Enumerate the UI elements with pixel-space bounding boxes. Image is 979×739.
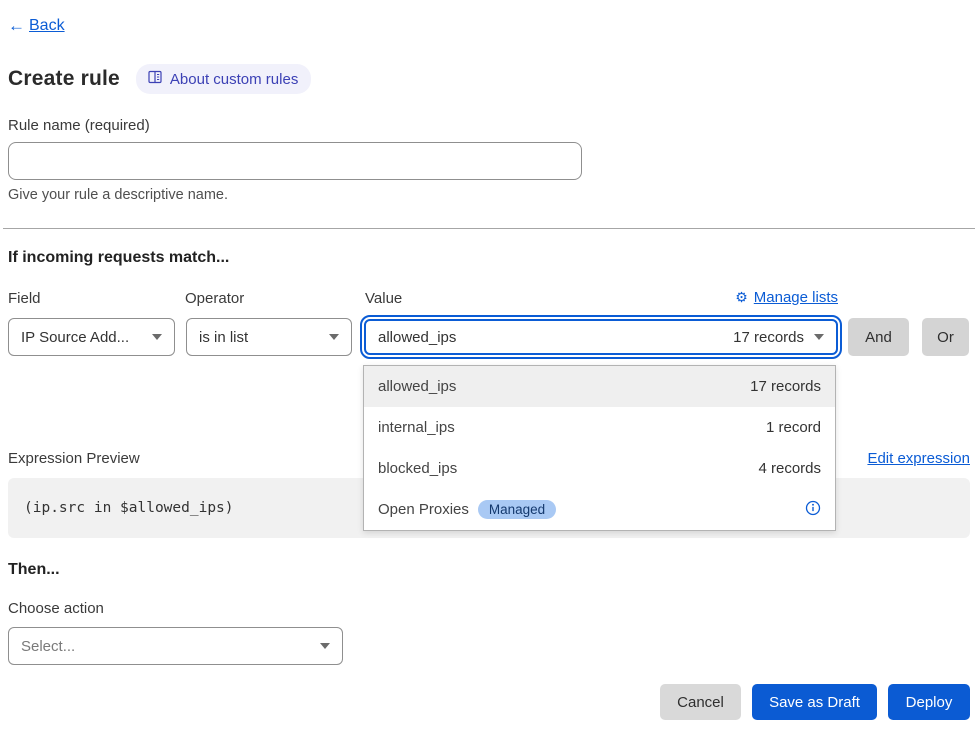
operator-select[interactable]: is in list [186, 318, 352, 356]
chevron-down-icon [320, 643, 330, 649]
list-option-count: 17 records [750, 378, 821, 395]
match-section-heading: If incoming requests match... [8, 249, 229, 267]
list-dropdown-menu: allowed_ips 17 records internal_ips 1 re… [363, 365, 836, 531]
action-select[interactable]: Select... [8, 627, 343, 665]
and-button[interactable]: And [848, 318, 909, 356]
rule-name-label: Rule name (required) [8, 117, 150, 134]
info-icon[interactable] [805, 500, 821, 520]
list-option-name: blocked_ips [378, 460, 457, 477]
value-combobox[interactable]: allowed_ips 17 records [364, 319, 838, 355]
manage-lists-label[interactable]: Manage lists [754, 289, 838, 306]
operator-label: Operator [185, 290, 244, 307]
about-custom-rules-link[interactable]: About custom rules [136, 64, 311, 94]
list-option-name: allowed_ips [378, 378, 456, 395]
cancel-button[interactable]: Cancel [660, 684, 741, 720]
rule-name-input[interactable] [8, 142, 582, 180]
field-select[interactable]: IP Source Add... [8, 318, 175, 356]
rule-name-helper: Give your rule a descriptive name. [8, 187, 228, 203]
value-selected-name: allowed_ips [378, 329, 456, 346]
choose-action-label: Choose action [8, 600, 104, 617]
operator-select-value: is in list [199, 329, 248, 346]
managed-badge: Managed [478, 500, 556, 519]
gear-icon: ⚙ [735, 289, 748, 306]
value-combobox-focus-ring: allowed_ips 17 records [360, 315, 842, 359]
list-option-name: internal_ips [378, 419, 455, 436]
value-label: Value [365, 290, 402, 307]
back-link-label[interactable]: Back [29, 17, 65, 35]
list-option-allowed-ips[interactable]: allowed_ips 17 records [364, 366, 835, 407]
page-header: Create rule About custom rules [8, 64, 311, 94]
then-section-heading: Then... [8, 561, 60, 579]
list-option-count: 1 record [766, 419, 821, 436]
page-title: Create rule [8, 67, 120, 91]
chevron-down-icon [329, 334, 339, 340]
back-link[interactable]: ← Back [8, 16, 65, 36]
edit-expression-link[interactable]: Edit expression [867, 450, 970, 467]
about-custom-rules-label: About custom rules [170, 71, 298, 88]
field-select-value: IP Source Add... [21, 329, 129, 346]
list-option-name: Open Proxies [378, 501, 469, 518]
manage-lists-link[interactable]: ⚙ Manage lists [735, 289, 838, 306]
chevron-down-icon [152, 334, 162, 340]
section-divider [3, 228, 975, 229]
expression-code: (ip.src in $allowed_ips) [24, 500, 234, 516]
field-label: Field [8, 290, 41, 307]
expression-preview-label: Expression Preview [8, 450, 140, 467]
book-icon [147, 69, 163, 89]
list-option-open-proxies[interactable]: Open Proxies Managed [364, 489, 835, 530]
list-option-count: 4 records [758, 460, 821, 477]
list-option-blocked-ips[interactable]: blocked_ips 4 records [364, 448, 835, 489]
deploy-button[interactable]: Deploy [888, 684, 970, 720]
action-select-placeholder: Select... [21, 638, 75, 655]
back-arrow-icon: ← [8, 16, 25, 36]
chevron-down-icon [814, 334, 824, 340]
or-button[interactable]: Or [922, 318, 969, 356]
save-as-draft-button[interactable]: Save as Draft [752, 684, 877, 720]
value-selected-count: 17 records [733, 329, 804, 346]
list-option-internal-ips[interactable]: internal_ips 1 record [364, 407, 835, 448]
